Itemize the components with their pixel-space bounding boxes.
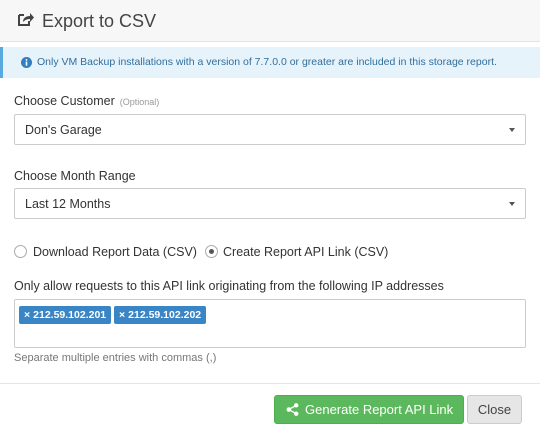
ip-tag: × 212.59.102.201 — [19, 306, 112, 324]
ip-filter-label: Only allow requests to this API link ori… — [14, 279, 444, 293]
download-report-radio[interactable] — [14, 245, 27, 258]
caret-down-icon — [509, 202, 515, 206]
share-square-icon — [18, 13, 34, 26]
month-range-label: Choose Month Range — [14, 169, 136, 183]
ip-filter-help: Separate multiple entries with commas (,… — [14, 352, 217, 364]
info-alert: Only VM Backup installations with a vers… — [0, 47, 540, 78]
ip-address-tag-input[interactable]: × 212.59.102.201 × 212.59.102.202 — [14, 299, 526, 348]
customer-select-value: Don's Garage — [25, 123, 102, 137]
remove-tag-icon[interactable]: × — [24, 309, 30, 321]
customer-label: Choose Customer (Optional) — [14, 93, 159, 110]
generate-button-label: Generate Report API Link — [305, 402, 454, 417]
create-api-link-label[interactable]: Create Report API Link (CSV) — [223, 244, 388, 260]
generate-report-api-link-button[interactable]: Generate Report API Link — [274, 395, 464, 424]
caret-down-icon — [509, 128, 515, 132]
export-csv-dialog: Export to CSV Only VM Backup installatio… — [0, 0, 540, 433]
dialog-footer: Generate Report API Link Close — [0, 383, 540, 433]
share-alt-icon — [286, 403, 299, 416]
create-api-link-radio[interactable] — [205, 245, 218, 258]
customer-select[interactable]: Don's Garage — [14, 114, 526, 145]
month-range-select[interactable]: Last 12 Months — [14, 188, 526, 219]
ip-tag-text: 212.59.102.202 — [128, 309, 202, 321]
download-report-label[interactable]: Download Report Data (CSV) — [33, 244, 197, 260]
alert-text: Only VM Backup installations with a vers… — [37, 56, 497, 68]
customer-label-text: Choose Customer — [14, 94, 115, 108]
ip-tag-text: 212.59.102.201 — [33, 309, 107, 321]
info-circle-icon — [21, 57, 32, 68]
ip-tag: × 212.59.102.202 — [114, 306, 207, 324]
close-button[interactable]: Close — [467, 395, 522, 424]
optional-hint: (Optional) — [119, 97, 160, 107]
remove-tag-icon[interactable]: × — [119, 309, 125, 321]
dialog-title: Export to CSV — [42, 11, 157, 31]
dialog-header: Export to CSV — [0, 0, 540, 42]
month-range-select-value: Last 12 Months — [25, 197, 111, 211]
